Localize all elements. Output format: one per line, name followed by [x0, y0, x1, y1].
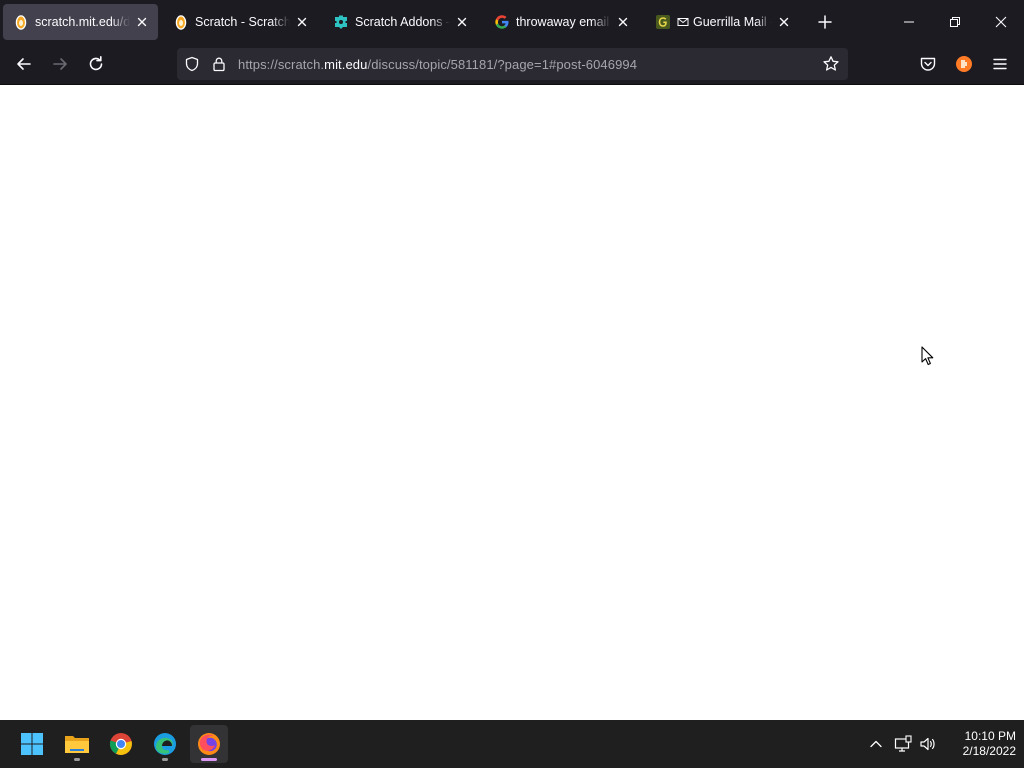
reload-icon: [89, 56, 103, 71]
forward-button[interactable]: [46, 50, 74, 78]
close-tab-icon[interactable]: [294, 14, 310, 30]
tab-scratch-community[interactable]: Scratch - Scratch Community: [163, 4, 318, 40]
network-status-button[interactable]: [892, 732, 914, 756]
reload-button[interactable]: [82, 50, 110, 78]
url-host: mit.edu: [324, 57, 368, 72]
start-button[interactable]: [13, 725, 51, 763]
lock-icon[interactable]: [211, 56, 227, 72]
new-tab-plus-icon[interactable]: [812, 10, 838, 34]
scratch-addons-puzzle-icon: [335, 15, 347, 29]
running-indicator: [201, 758, 217, 761]
tracking-protection-shield-icon[interactable]: [184, 56, 200, 72]
google-icon: [495, 15, 509, 29]
restore-button[interactable]: [932, 0, 978, 44]
close-tab-icon[interactable]: [454, 14, 470, 30]
taskbar-edge[interactable]: [146, 725, 184, 763]
tab-title: scratch.mit.edu/discuss/topic/581181/: [35, 15, 130, 29]
tab-title: Scratch Addons – Get it: [355, 15, 450, 29]
hamburger-menu-icon: [993, 58, 1007, 70]
clock-date: 2/18/2022: [962, 744, 1016, 758]
tab-strip: scratch.mit.edu/discuss/topic/581181/ Sc…: [0, 0, 1024, 44]
navigation-toolbar: https://scratch.mit.edu/discuss/topic/58…: [0, 44, 1024, 85]
taskbar-chrome[interactable]: [102, 725, 140, 763]
network-icon: [894, 735, 912, 752]
running-indicator: [162, 758, 168, 761]
taskbar-firefox[interactable]: [190, 725, 228, 763]
taskbar-file-explorer[interactable]: [58, 725, 96, 763]
clock-time: 10:10 PM: [964, 729, 1016, 743]
pocket-button[interactable]: [914, 50, 942, 78]
minimize-icon: [904, 21, 914, 23]
taskbar-clock[interactable]: 10:10 PM 2/18/2022: [944, 729, 1016, 759]
url-prefix: https://scratch.: [238, 57, 325, 72]
tab-scratch-discuss[interactable]: scratch.mit.edu/discuss/topic/581181/: [3, 4, 158, 40]
app-menu-button[interactable]: [986, 50, 1014, 78]
scratch-cat-icon: [175, 15, 187, 30]
file-explorer-icon: [65, 736, 89, 753]
forward-arrow-icon: [53, 58, 67, 70]
tab-google-search[interactable]: throwaway email - Google Search: [484, 4, 639, 40]
tab-scratch-addons[interactable]: Scratch Addons – Get it: [323, 4, 478, 40]
url-path: /discuss/topic/581181/?page=1#post-60469…: [367, 57, 638, 72]
chevron-up-icon: [870, 740, 882, 748]
speaker-icon: [920, 737, 935, 751]
start-icon: [21, 733, 43, 755]
restore-icon: [950, 17, 960, 27]
chrome-icon: [109, 733, 132, 755]
extension-button[interactable]: [950, 50, 978, 78]
envelope-icon: [677, 18, 689, 26]
page-content-area[interactable]: [0, 85, 1024, 720]
running-indicator: [74, 758, 80, 761]
guerrilla-mail-icon: [656, 15, 670, 29]
back-arrow-icon: [17, 58, 31, 70]
url-text[interactable]: https://scratch.mit.edu/discuss/topic/58…: [238, 57, 637, 72]
scratch-addons-extension-icon: [956, 56, 972, 72]
close-icon: [995, 16, 1007, 28]
show-hidden-icons-button[interactable]: [865, 732, 887, 756]
close-tab-icon[interactable]: [776, 14, 792, 30]
back-button[interactable]: [10, 50, 38, 78]
pocket-icon: [920, 57, 936, 71]
edge-icon: [154, 733, 176, 755]
taskbar: 10:10 PM 2/18/2022: [0, 720, 1024, 768]
mouse-pointer-icon: [921, 346, 934, 366]
browser-chrome: scratch.mit.edu/discuss/topic/581181/ Sc…: [0, 0, 1024, 85]
close-tab-icon[interactable]: [134, 14, 150, 30]
bookmark-star-icon[interactable]: [822, 55, 840, 73]
minimize-button[interactable]: [886, 0, 932, 44]
tab-title: Scratch - Scratch Community: [195, 15, 290, 29]
tab-guerrilla-mail[interactable]: Guerrilla Mail - Disposable: [645, 4, 800, 40]
firefox-icon: [198, 733, 220, 755]
scratch-cat-icon: [15, 15, 27, 30]
close-tab-icon[interactable]: [615, 14, 631, 30]
tab-title: throwaway email - Google Search: [516, 15, 611, 29]
address-bar[interactable]: https://scratch.mit.edu/discuss/topic/58…: [177, 48, 848, 80]
tab-title: Guerrilla Mail - Disposable: [693, 15, 772, 29]
close-window-button[interactable]: [978, 0, 1024, 44]
volume-button[interactable]: [917, 732, 939, 756]
